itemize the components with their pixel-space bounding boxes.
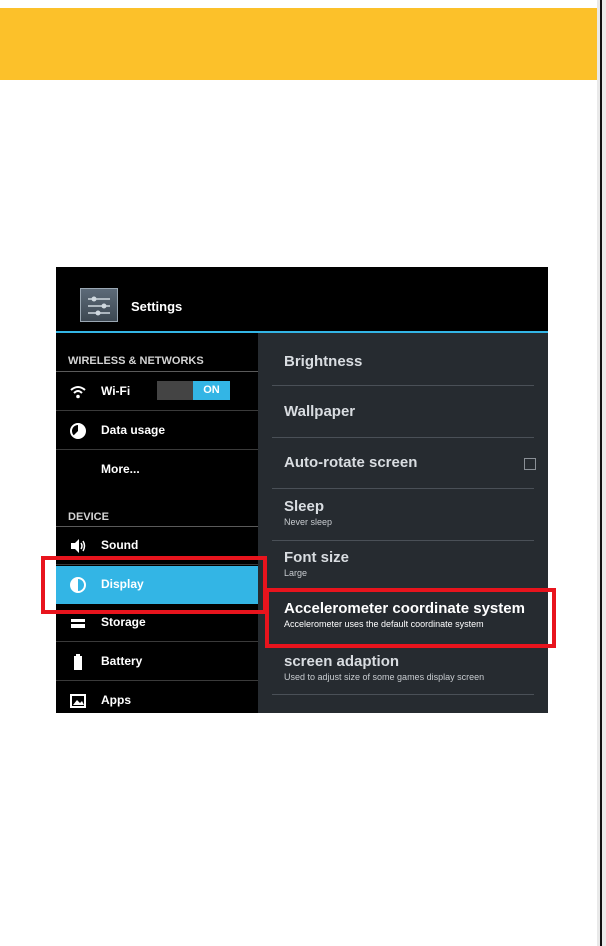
auto-rotate-checkbox[interactable] xyxy=(524,458,536,470)
setting-title: Font size xyxy=(284,549,350,566)
section-divider xyxy=(56,371,258,372)
divider xyxy=(272,437,534,438)
toggle-state: ON xyxy=(193,381,230,400)
sidebar-item-battery[interactable]: Battery xyxy=(56,643,258,681)
setting-brightness[interactable]: Brightness xyxy=(284,353,534,370)
divider xyxy=(272,385,534,386)
sidebar-item-label: Battery xyxy=(101,654,143,668)
setting-summary: Never sleep xyxy=(284,517,333,527)
divider xyxy=(56,641,258,642)
setting-font-size[interactable]: Font size Large xyxy=(284,549,534,578)
divider xyxy=(272,540,534,541)
setting-title: screen adaption xyxy=(284,653,400,670)
display-settings-pane: Brightness Wallpaper Auto-rotate screen … xyxy=(258,333,548,713)
sidebar-item-data-usage[interactable]: Data usage xyxy=(56,412,258,450)
setting-summary: Used to adjust size of some games displa… xyxy=(284,672,485,682)
top-banner xyxy=(0,8,600,80)
sidebar-item-wifi[interactable]: Wi-Fi ON xyxy=(56,373,258,411)
accelerometer-highlight-box xyxy=(265,588,556,648)
setting-auto-rotate[interactable]: Auto-rotate screen xyxy=(284,454,536,471)
sidebar-item-label: Data usage xyxy=(101,423,166,437)
page-edge-line xyxy=(600,0,602,946)
setting-screen-adaption[interactable]: screen adaption Used to adjust size of s… xyxy=(284,653,534,682)
sidebar-item-label: Storage xyxy=(101,615,146,629)
apps-icon xyxy=(69,692,87,710)
storage-icon xyxy=(69,614,87,632)
divider xyxy=(56,410,258,411)
divider xyxy=(56,449,258,450)
sidebar-item-label: More... xyxy=(101,462,140,476)
data-usage-icon xyxy=(69,422,87,440)
setting-title: Sleep xyxy=(284,498,325,515)
speaker-icon xyxy=(69,537,87,555)
setting-title: Wallpaper xyxy=(284,403,356,420)
sidebar-item-more[interactable]: More... xyxy=(56,451,258,489)
divider xyxy=(272,694,534,695)
setting-title: Auto-rotate screen xyxy=(284,454,418,471)
divider xyxy=(56,680,258,681)
app-title: Settings xyxy=(131,299,183,314)
wifi-icon xyxy=(69,383,87,401)
settings-sliders-icon[interactable] xyxy=(80,288,118,322)
sidebar-item-label: Apps xyxy=(101,693,131,707)
action-bar: Settings xyxy=(56,267,548,333)
divider xyxy=(272,488,534,489)
wifi-toggle[interactable]: ON xyxy=(157,381,230,400)
setting-summary: Large xyxy=(284,568,308,578)
sidebar-item-label: Sound xyxy=(101,538,139,552)
sidebar-item-apps[interactable]: Apps xyxy=(56,682,258,713)
section-header-wireless: WIRELESS & NETWORKS xyxy=(68,355,204,367)
setting-wallpaper[interactable]: Wallpaper xyxy=(284,403,534,420)
setting-title: Brightness xyxy=(284,353,363,370)
setting-sleep[interactable]: Sleep Never sleep xyxy=(284,498,534,527)
settings-categories: WIRELESS & NETWORKS Wi-Fi ON Data usage … xyxy=(56,333,258,713)
sidebar-item-label: Wi-Fi xyxy=(101,384,131,398)
section-header-device: DEVICE xyxy=(68,511,109,523)
battery-icon xyxy=(69,653,87,671)
display-highlight-box xyxy=(41,556,267,614)
